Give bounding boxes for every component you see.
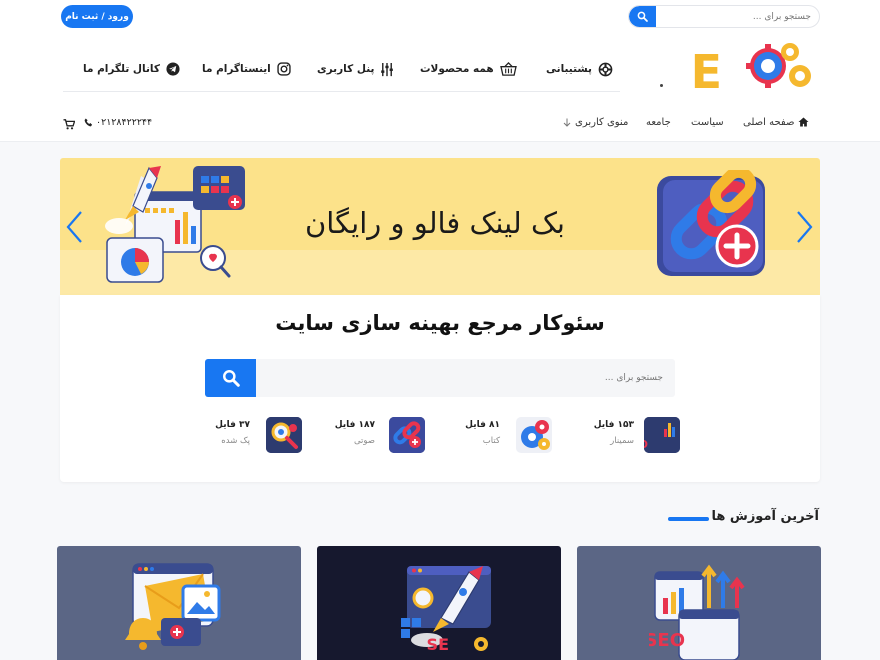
category-name: کتاب (482, 436, 500, 446)
phone-number[interactable]: ۰۲۱۲۸۴۲۲۲۴۴ (84, 114, 152, 130)
nav-home-label: صفحه اصلی (743, 116, 795, 128)
nav-support[interactable]: پشتیبانی (546, 58, 613, 80)
category-book[interactable]: ۸۱ فایل کتاب (465, 413, 560, 453)
analytics-illustration (105, 166, 245, 283)
category-pack[interactable]: ۳۷ فایل پک شده (215, 413, 310, 453)
slider-prev-button[interactable] (65, 210, 85, 248)
cart-icon (63, 119, 76, 130)
basket-icon (499, 61, 517, 76)
chain-link-illustration (657, 170, 765, 276)
hero-title: سئوکار مرجع بهینه سازی سایت (275, 311, 605, 335)
section-title-underline (668, 517, 709, 521)
search-icon (637, 11, 648, 22)
nav-community-label: جامعه (646, 116, 671, 128)
tutorial-card[interactable]: SEO (577, 546, 821, 660)
cart-button[interactable] (63, 115, 76, 134)
chevron-left-icon (66, 211, 82, 243)
login-register-button[interactable]: ورود / ثبت نام (61, 5, 133, 28)
chain-link-icon (389, 417, 425, 453)
rocket-seo-illustration: SE (401, 566, 491, 654)
hero-search[interactable] (205, 359, 675, 397)
nav-community[interactable]: جامعه (646, 114, 671, 130)
phone-icon (84, 117, 93, 126)
nav-user-menu-label: منوی کاربری (575, 116, 629, 128)
hero-slider[interactable]: بک لینک فالو و رایگان (60, 158, 820, 295)
nav-politics-label: سیاست (691, 116, 724, 128)
nav-user-panel[interactable]: پنل کاربری (317, 58, 394, 80)
header-search-input[interactable] (655, 6, 819, 27)
seo-chart-icon: SEO (644, 417, 680, 453)
nav-user-panel-label: پنل کاربری (317, 63, 375, 75)
header-search[interactable] (628, 5, 820, 28)
svg-text:SEO: SEO (644, 438, 648, 451)
slider-title: بک لینک فالو و رایگان (305, 206, 565, 240)
site-logo[interactable]: S E (650, 38, 816, 99)
nav-home[interactable]: صفحه اصلی (743, 114, 809, 130)
category-name: پک شده (221, 436, 250, 446)
nav-all-products-label: همه محصولات (420, 63, 494, 75)
nav-all-products[interactable]: همه محصولات (420, 58, 517, 80)
email-image-illustration (125, 563, 221, 650)
slider-next-button[interactable] (794, 210, 814, 248)
nav-telegram-label: کانال تلگرام ما (83, 63, 160, 75)
nav-instagram[interactable]: اینستاگرام ما (202, 58, 291, 80)
category-name: صوتی (353, 436, 375, 446)
gears-icon (516, 417, 552, 453)
lifebuoy-icon (598, 62, 613, 76)
category-audio[interactable]: ۱۸۷ فایل صوتی (335, 413, 435, 453)
nav-telegram[interactable]: کانال تلگرام ما (83, 58, 180, 80)
header-search-button[interactable] (629, 6, 656, 27)
magnifier-gears-icon (266, 417, 302, 453)
seo-report-illustration: SEO (649, 564, 745, 660)
hero-search-input[interactable] (257, 359, 675, 397)
svg-text:SE: SE (427, 635, 449, 654)
category-count: ۳۷ فایل (215, 420, 250, 430)
site-header: ورود / ثبت نام S E پشتیبانی همه محصولات (0, 0, 880, 142)
search-icon (222, 370, 240, 387)
arrow-down-icon (563, 118, 571, 127)
logo-gear-icon (746, 43, 811, 88)
svg-text:SEO: SEO (649, 630, 685, 651)
header-divider (63, 91, 620, 92)
home-icon (798, 117, 809, 127)
chevron-right-icon (797, 211, 813, 243)
nav-politics[interactable]: سیاست (691, 114, 724, 130)
category-count: ۱۸۷ فایل (334, 420, 375, 430)
category-name: سمینار (610, 436, 634, 446)
logo-letter-e: E (691, 45, 722, 96)
telegram-icon (166, 62, 180, 76)
nav-support-label: پشتیبانی (546, 63, 592, 75)
category-count: ۸۱ فایل (465, 420, 500, 430)
dot-separator (660, 84, 663, 87)
hero-card: سئوکار مرجع بهینه سازی سایت SEO ۱۵۳ فایل… (60, 295, 820, 482)
nav-instagram-label: اینستاگرام ما (202, 63, 271, 75)
hero-search-button[interactable] (205, 359, 256, 397)
phone-number-text: ۰۲۱۲۸۴۲۲۲۴۴ (96, 116, 153, 128)
category-count: ۱۵۳ فایل (593, 420, 634, 430)
category-seminar[interactable]: SEO ۱۵۳ فایل سمینار (585, 413, 680, 453)
instagram-icon (277, 62, 291, 76)
latest-section-title: آخرین آموزش ها (711, 509, 819, 524)
nav-user-menu[interactable]: منوی کاربری (563, 114, 628, 130)
tutorial-card[interactable]: SE (317, 546, 561, 660)
tutorial-card[interactable] (57, 546, 301, 660)
sliders-icon (381, 62, 394, 76)
